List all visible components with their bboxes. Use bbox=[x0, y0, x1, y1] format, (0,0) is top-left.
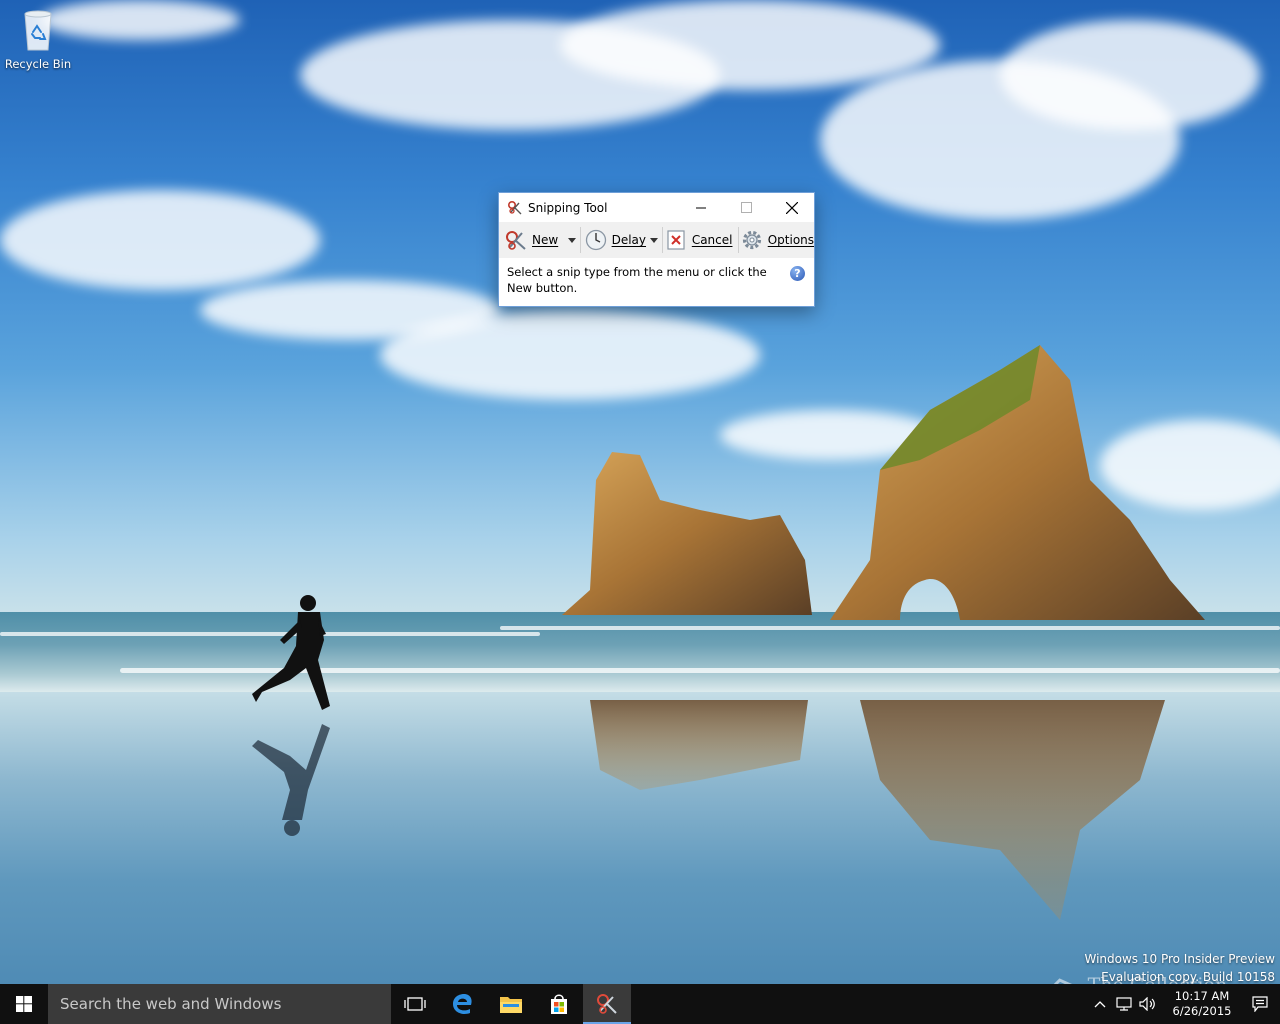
close-icon bbox=[785, 201, 798, 214]
network-button[interactable] bbox=[1112, 984, 1136, 1024]
runner-silhouette bbox=[252, 595, 330, 710]
watermark-edition: Windows 10 Pro Insider Preview bbox=[1084, 952, 1275, 966]
scissors-icon bbox=[597, 994, 617, 1014]
instruction-text: Select a snip type from the menu or clic… bbox=[507, 265, 767, 295]
taskbar-clock[interactable]: 10:17 AM 6/26/2015 bbox=[1164, 989, 1240, 1019]
cancel-icon bbox=[667, 230, 685, 250]
clock-time: 10:17 AM bbox=[1174, 989, 1230, 1003]
delay-label: Delay bbox=[611, 233, 647, 247]
help-icon[interactable]: ? bbox=[790, 266, 805, 281]
task-view-icon bbox=[404, 997, 426, 1011]
new-label: New bbox=[532, 233, 559, 247]
desktop-icon-label: Recycle Bin bbox=[4, 57, 72, 71]
window-titlebar[interactable]: Snipping Tool bbox=[499, 193, 814, 222]
start-button[interactable] bbox=[0, 984, 48, 1024]
taskbar-edge[interactable] bbox=[439, 984, 487, 1024]
new-button[interactable]: New bbox=[505, 226, 558, 254]
delay-button[interactable]: Delay bbox=[585, 226, 646, 254]
system-tray: 10:17 AM 6/26/2015 bbox=[1088, 984, 1280, 1024]
cancel-button[interactable]: Cancel bbox=[665, 226, 733, 254]
toolbar-separator bbox=[580, 227, 581, 253]
options-button[interactable]: Options bbox=[741, 226, 814, 254]
toolbar-separator bbox=[661, 227, 663, 253]
search-placeholder: Search the web and Windows bbox=[60, 995, 282, 1013]
search-box[interactable]: Search the web and Windows bbox=[48, 984, 391, 1024]
window-title: Snipping Tool bbox=[528, 200, 608, 215]
recycle-bin-icon bbox=[24, 10, 52, 51]
new-snip-icon bbox=[506, 231, 526, 250]
cancel-label: Cancel bbox=[691, 233, 733, 247]
network-icon bbox=[1116, 997, 1132, 1011]
taskbar-snipping-tool[interactable] bbox=[583, 984, 631, 1024]
gear-icon bbox=[742, 230, 761, 250]
chevron-up-icon bbox=[1094, 1001, 1106, 1008]
close-button[interactable] bbox=[769, 193, 814, 222]
taskbar-task-view[interactable] bbox=[391, 984, 439, 1024]
snipping-toolbar: New Delay Cancel Options bbox=[499, 222, 814, 258]
windows-logo-icon bbox=[16, 996, 32, 1012]
options-label: Options bbox=[767, 233, 815, 247]
maximize-button[interactable] bbox=[724, 193, 769, 222]
show-hidden-icons-button[interactable] bbox=[1088, 984, 1112, 1024]
edge-icon bbox=[453, 994, 472, 1014]
clock-icon bbox=[585, 229, 606, 251]
delay-dropdown-arrow[interactable] bbox=[649, 237, 658, 243]
runner-reflection bbox=[252, 724, 330, 836]
minimize-icon bbox=[696, 207, 706, 209]
taskbar-store[interactable] bbox=[535, 984, 583, 1024]
desktop-icon-recycle-bin[interactable]: Recycle Bin bbox=[4, 8, 72, 76]
scissors-icon bbox=[507, 200, 522, 214]
sea-rocks-illustration bbox=[252, 345, 1205, 920]
toolbar-separator bbox=[737, 227, 739, 253]
maximize-icon bbox=[741, 202, 752, 213]
clock-date: 6/26/2015 bbox=[1172, 1004, 1232, 1018]
notification-icon bbox=[1252, 996, 1268, 1012]
action-center-button[interactable] bbox=[1240, 984, 1280, 1024]
taskbar-file-explorer[interactable] bbox=[487, 984, 535, 1024]
new-dropdown-arrow[interactable] bbox=[568, 237, 577, 243]
snipping-tool-window: Snipping Tool New Delay Cancel Options S… bbox=[498, 192, 815, 307]
help-glyph: ? bbox=[794, 266, 801, 280]
desktop-wallpaper bbox=[0, 0, 1280, 984]
volume-button[interactable] bbox=[1136, 984, 1160, 1024]
speaker-icon bbox=[1139, 997, 1155, 1011]
taskbar: Search the web and Windows 10:17 AM 6/26… bbox=[0, 984, 1280, 1024]
minimize-button[interactable] bbox=[679, 193, 724, 222]
instruction-message: Select a snip type from the menu or clic… bbox=[499, 258, 814, 296]
store-icon bbox=[551, 994, 567, 1014]
folder-icon bbox=[500, 997, 522, 1013]
